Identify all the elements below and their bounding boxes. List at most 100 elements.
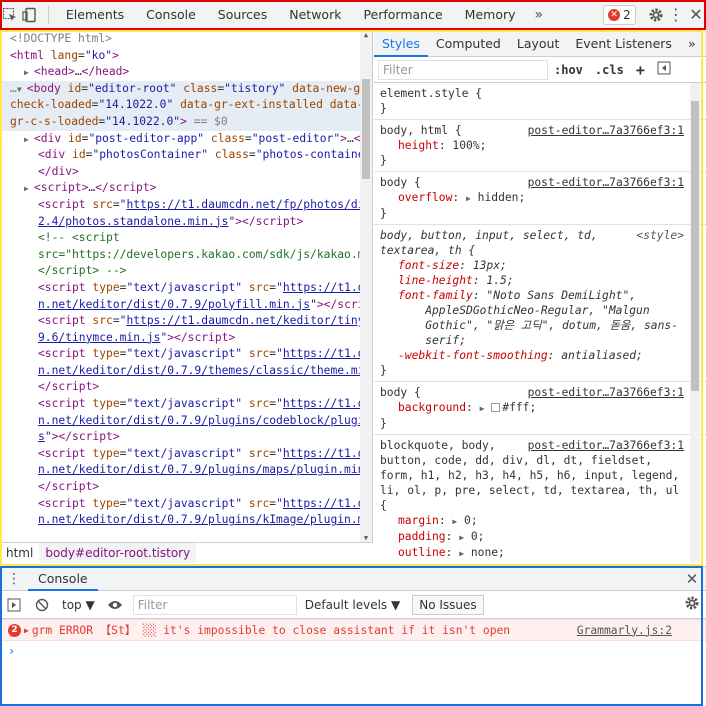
styles-scroll-thumb[interactable] bbox=[691, 101, 699, 391]
tab-performance[interactable]: Performance bbox=[352, 0, 453, 30]
dom-node-line[interactable]: s"></script> bbox=[0, 429, 372, 446]
tab-event-listeners[interactable]: Event Listeners bbox=[567, 31, 680, 57]
expand-triangle-icon[interactable]: ▶ bbox=[24, 65, 34, 81]
breadcrumb: html body#editor-root.tistory bbox=[0, 542, 373, 563]
rule-source-link[interactable]: post-editor…7a3766ef3:1 bbox=[528, 175, 684, 190]
styles-filter-bar: Filter :hov .cls + bbox=[374, 57, 706, 83]
tab-console[interactable]: Console bbox=[135, 0, 207, 30]
dom-node-line[interactable]: 2.4/photos.standalone.min.js"></script> bbox=[0, 214, 372, 231]
breadcrumb-body[interactable]: body#editor-root.tistory bbox=[39, 543, 197, 563]
dom-node-line[interactable]: ▶ <div id="post-editor-app" class="post-e… bbox=[0, 131, 372, 148]
style-rule-body-background[interactable]: body {post-editor…7a3766ef3:1 background… bbox=[374, 382, 706, 435]
tab-layout[interactable]: Layout bbox=[509, 31, 568, 57]
dom-node-line[interactable]: <script src="https://t1.daumcdn.net/kedi… bbox=[0, 313, 372, 330]
new-rule-button[interactable]: + bbox=[630, 61, 651, 79]
toggle-sidebar-icon[interactable] bbox=[651, 61, 677, 78]
dom-node-line[interactable]: <script type="text/javascript" src="http… bbox=[0, 280, 372, 297]
context-selector[interactable]: top ▼ bbox=[56, 598, 101, 612]
tab-network[interactable]: Network bbox=[278, 0, 352, 30]
elements-dom-tree[interactable]: <!DOCTYPE html> <html lang="ko"> ▶ <head>…<… bbox=[0, 31, 373, 542]
dom-node-line[interactable]: n.net/keditor/dist/0.7.9/polyfill.min.js… bbox=[0, 297, 372, 314]
settings-gear-icon[interactable] bbox=[646, 0, 666, 30]
context-label: top bbox=[62, 597, 82, 612]
rule-source-link[interactable]: post-editor…7a3766ef3:1 bbox=[528, 123, 684, 138]
expand-triangle-icon[interactable]: ▶ bbox=[24, 132, 34, 148]
console-settings-gear-icon[interactable] bbox=[678, 595, 706, 614]
expand-triangle-icon[interactable]: ▶ bbox=[24, 181, 34, 197]
dom-node-line[interactable]: <script src="https://t1.daumcdn.net/fp/p… bbox=[0, 197, 372, 214]
close-drawer-icon[interactable]: ✕ bbox=[678, 570, 706, 588]
style-rule-reset[interactable]: blockquote, body, post-editor…7a3766ef3:1… bbox=[374, 435, 706, 563]
cls-toggle[interactable]: .cls bbox=[589, 63, 630, 77]
tab-computed[interactable]: Computed bbox=[428, 31, 509, 57]
tab-styles[interactable]: Styles bbox=[374, 31, 428, 57]
inspect-element-icon[interactable] bbox=[0, 0, 20, 30]
dom-node-line[interactable]: </div> bbox=[0, 164, 372, 181]
elements-scrollbar[interactable]: ▲ ▼ bbox=[360, 31, 372, 542]
error-source-link[interactable]: Grammarly.js:2 bbox=[577, 624, 672, 637]
dom-node-line[interactable]: <html lang="ko"> bbox=[0, 48, 372, 65]
scroll-up-arrow-icon[interactable]: ▲ bbox=[362, 31, 370, 39]
log-levels-dropdown[interactable]: Default levels ▼ bbox=[305, 598, 401, 612]
log-levels-label: Default levels bbox=[304, 597, 388, 612]
dom-node-line[interactable]: 9.6/tinymce.min.js"></script> bbox=[0, 330, 372, 347]
styles-scrollbar[interactable] bbox=[690, 83, 700, 563]
styles-tabs: Styles Computed Layout Event Listeners » bbox=[374, 31, 706, 57]
close-devtools-icon[interactable]: ✕ bbox=[686, 0, 706, 30]
dom-node-line[interactable]: <script type="text/javascript" src="http… bbox=[0, 396, 372, 413]
issues-button[interactable]: No Issues bbox=[412, 594, 484, 615]
styles-more-tabs-button[interactable]: » bbox=[680, 31, 704, 57]
error-count-badge[interactable]: ✕ 2 bbox=[603, 4, 636, 25]
dom-node-line[interactable]: </script> --> bbox=[0, 263, 372, 280]
console-prompt[interactable]: › bbox=[0, 641, 706, 661]
error-count: 2 bbox=[623, 7, 631, 22]
dom-node-line[interactable]: </script> bbox=[0, 379, 372, 396]
dom-node-line[interactable]: ▶ <head>…</head> bbox=[0, 64, 372, 81]
hov-toggle[interactable]: :hov bbox=[548, 63, 589, 77]
console-filter-input[interactable]: Filter bbox=[132, 594, 297, 615]
dom-node-line[interactable]: <!DOCTYPE html> bbox=[0, 31, 372, 48]
tab-elements[interactable]: Elements bbox=[55, 0, 135, 30]
styles-filter-input[interactable]: Filter bbox=[378, 59, 548, 80]
rule-source-link[interactable]: post-editor…7a3766ef3:1 bbox=[528, 385, 684, 400]
breadcrumb-html[interactable]: html bbox=[0, 546, 39, 560]
prompt-chevron-icon: › bbox=[8, 644, 16, 658]
drawer-menu-icon[interactable]: ⋮ bbox=[0, 571, 28, 587]
expand-arrow-icon[interactable]: ▶ bbox=[24, 626, 29, 635]
dom-node-line[interactable]: <div id="photosContainer" class="photos-… bbox=[0, 147, 372, 164]
show-sidebar-icon[interactable] bbox=[0, 591, 28, 619]
more-tabs-button[interactable]: » bbox=[527, 7, 552, 23]
rule-source-link[interactable]: post-editor…7a3766ef3:1 bbox=[528, 438, 684, 453]
color-swatch[interactable] bbox=[491, 403, 501, 412]
console-error-message[interactable]: 2 ▶ grm ERROR 【St】 ░░ it's impossible to… bbox=[0, 619, 706, 641]
dom-node-line[interactable]: n.net/keditor/dist/0.7.9/plugins/codeblo… bbox=[0, 413, 372, 430]
dom-node-line[interactable]: <script type="text/javascript" src="http… bbox=[0, 496, 372, 513]
dom-node-line[interactable]: </script> bbox=[0, 479, 372, 496]
dom-node-line[interactable]: n.net/keditor/dist/0.7.9/plugins/kImage/… bbox=[0, 512, 372, 529]
tab-sources[interactable]: Sources bbox=[207, 0, 278, 30]
tab-memory[interactable]: Memory bbox=[454, 0, 527, 30]
devtools-toolbar: Elements Console Sources Network Perform… bbox=[0, 0, 706, 30]
scroll-down-arrow-icon[interactable]: ▼ bbox=[362, 534, 370, 542]
dom-node-line[interactable]: <script type="text/javascript" src="http… bbox=[0, 346, 372, 363]
dom-node-line[interactable]: <!-- <script bbox=[0, 230, 372, 247]
kebab-menu-icon[interactable]: ⋮ bbox=[666, 0, 686, 30]
dom-node-line[interactable]: ▶ <script>…</script> bbox=[0, 180, 372, 197]
style-rule-element[interactable]: element.style {} bbox=[374, 83, 706, 120]
dom-node-line[interactable]: …▼ <body id="editor-root" class="tistory"… bbox=[0, 80, 372, 98]
style-rule-font[interactable]: body, button, input, select, td, textarea… bbox=[374, 225, 706, 382]
toolbar-divider bbox=[48, 5, 49, 24]
dom-node-line[interactable]: n.net/keditor/dist/0.7.9/plugins/maps/pl… bbox=[0, 462, 372, 479]
dom-node-line[interactable]: gr-c-s-loaded="14.1022.0"> == $0 bbox=[0, 113, 372, 131]
clear-console-icon[interactable] bbox=[28, 591, 56, 619]
dom-node-line[interactable]: src="https://developers.kakao.com/sdk/js… bbox=[0, 247, 372, 264]
dom-node-line[interactable]: n.net/keditor/dist/0.7.9/themes/classic/… bbox=[0, 363, 372, 380]
device-toolbar-icon[interactable] bbox=[20, 0, 40, 30]
live-expression-eye-icon[interactable] bbox=[101, 591, 129, 619]
dom-node-line[interactable]: check-loaded="14.1022.0" data-gr-ext-ins… bbox=[0, 97, 372, 114]
elements-scroll-thumb[interactable] bbox=[362, 79, 370, 179]
style-rule-body-html[interactable]: body, html {post-editor…7a3766ef3:1 heig… bbox=[374, 120, 706, 172]
tab-console-drawer[interactable]: Console bbox=[28, 567, 98, 591]
dom-node-line[interactable]: <script type="text/javascript" src="http… bbox=[0, 446, 372, 463]
style-rule-body-overflow[interactable]: body {post-editor…7a3766ef3:1 overflow: … bbox=[374, 172, 706, 225]
